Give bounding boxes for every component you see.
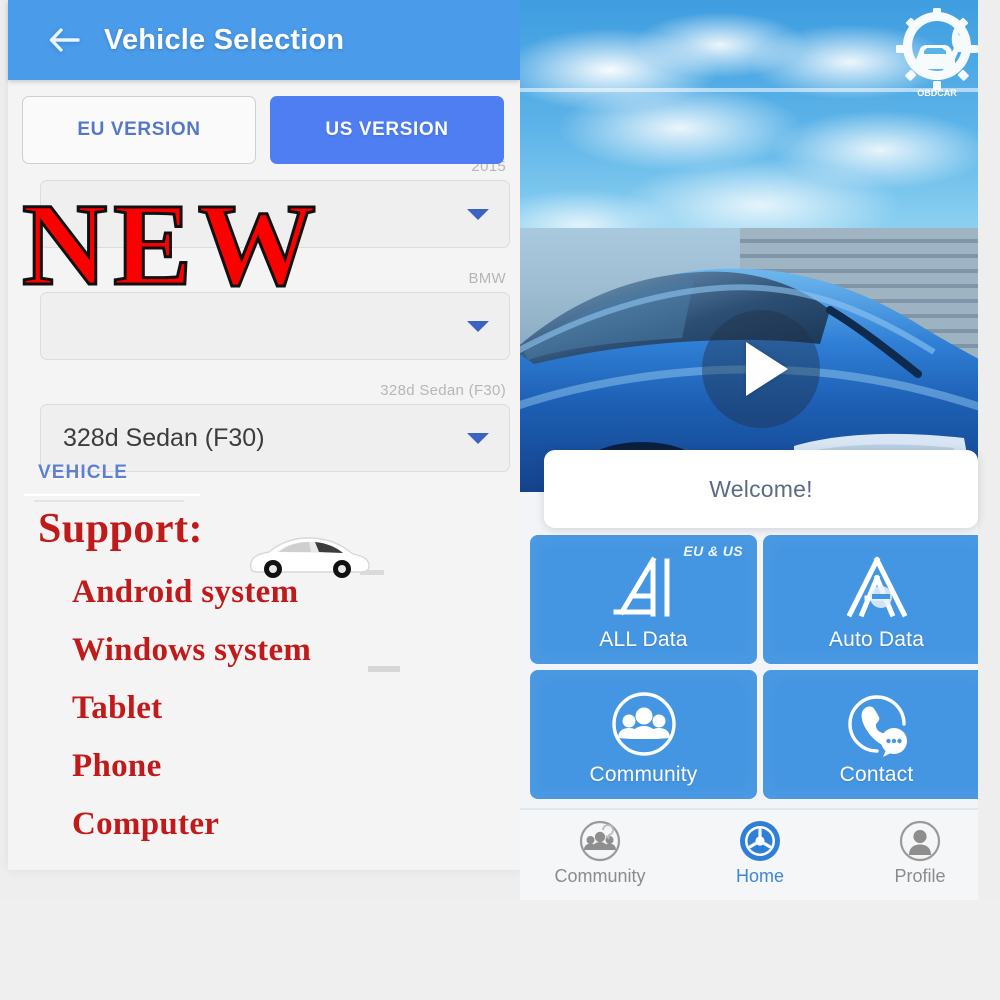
right-page-margin	[978, 0, 1000, 1000]
nav-label-home: Home	[735, 866, 784, 886]
tab-eu-version[interactable]: EU VERSION	[22, 96, 256, 164]
tile-auto-data[interactable]: Auto Data	[763, 535, 990, 664]
tile-label-contact: Contact	[839, 763, 914, 786]
chevron-down-icon	[465, 206, 491, 222]
contact-phone-chat-icon	[763, 686, 990, 762]
tile-label-all-data: ALL Data	[599, 628, 688, 651]
nav-item-community[interactable]: Community	[520, 819, 680, 887]
alldata-a-logo-icon	[530, 551, 757, 627]
support-title: Support:	[38, 506, 204, 552]
support-item-phone: Phone	[72, 748, 162, 784]
person-avatar-icon	[899, 820, 941, 862]
vehicle-selection-panel: Vehicle Selection EU VERSION US VERSION …	[0, 0, 520, 1000]
gear-car-wrench-logo-icon: OBDCAR	[896, 8, 978, 98]
section-divider-secondary	[34, 500, 184, 502]
play-triangle-icon	[746, 342, 788, 396]
chevron-down-icon	[465, 430, 491, 446]
bottom-navigation-bar: Community Home Profile	[520, 808, 1000, 900]
tile-community[interactable]: Community	[530, 670, 757, 799]
chevron-down-icon	[465, 318, 491, 334]
support-item-android: Android system	[72, 574, 299, 610]
tire-wheel-icon	[740, 821, 780, 861]
hero-video-area: OBDCAR	[520, 0, 1000, 492]
tile-label-community: Community	[589, 763, 698, 786]
support-list: Support: Android system Windows system T…	[0, 505, 520, 843]
version-tab-group: EU VERSION US VERSION	[22, 96, 504, 164]
section-label-vehicle: VEHICLE	[38, 462, 129, 483]
support-item-tablet: Tablet	[72, 690, 163, 726]
app-bar: Vehicle Selection	[8, 0, 520, 80]
page-title: Vehicle Selection	[104, 23, 345, 56]
support-item-computer: Computer	[72, 806, 220, 842]
tab-us-version[interactable]: US VERSION	[270, 96, 504, 164]
back-arrow-icon[interactable]	[38, 27, 92, 53]
welcome-text: Welcome!	[709, 475, 813, 502]
selector-hint-model: 328d Sedan (F30)	[380, 382, 506, 399]
nav-item-profile[interactable]: Profile	[840, 819, 1000, 887]
tile-all-data[interactable]: EU & US ALL Data	[530, 535, 757, 664]
welcome-card: Welcome!	[544, 450, 978, 528]
selector-hint-make: BMW	[468, 270, 506, 287]
nav-label-community: Community	[554, 866, 646, 886]
community-people-icon	[579, 820, 621, 862]
dropdown-make[interactable]	[40, 292, 510, 360]
tile-contact[interactable]: Contact	[763, 670, 990, 799]
mobile-app-panel: OBDCAR Welcome! EU & US ALL Data Auto Da…	[520, 0, 1000, 900]
brand-logo-text: OBDCAR	[917, 88, 957, 98]
nav-item-home[interactable]: Home	[680, 819, 840, 887]
play-button[interactable]	[702, 310, 820, 428]
bottom-page-margin	[0, 900, 1000, 1000]
screenshot-root: Vehicle Selection EU VERSION US VERSION …	[0, 0, 1000, 1000]
feature-tile-grid: EU & US ALL Data Auto Data Community Con…	[530, 535, 990, 799]
support-item-windows: Windows system	[72, 632, 312, 668]
section-divider	[24, 494, 200, 496]
dropdown-model-value: 328d Sedan (F30)	[63, 423, 265, 452]
dropdown-year[interactable]	[40, 180, 510, 248]
vehicle-selector-group: 2015 BMW 328d Sedan (F30) 328d Sedan (F3…	[0, 158, 520, 472]
autodata-a-logo-icon	[763, 551, 990, 627]
nav-label-profile: Profile	[894, 866, 946, 886]
community-people-icon	[530, 686, 757, 762]
tile-label-auto-data: Auto Data	[828, 628, 925, 651]
